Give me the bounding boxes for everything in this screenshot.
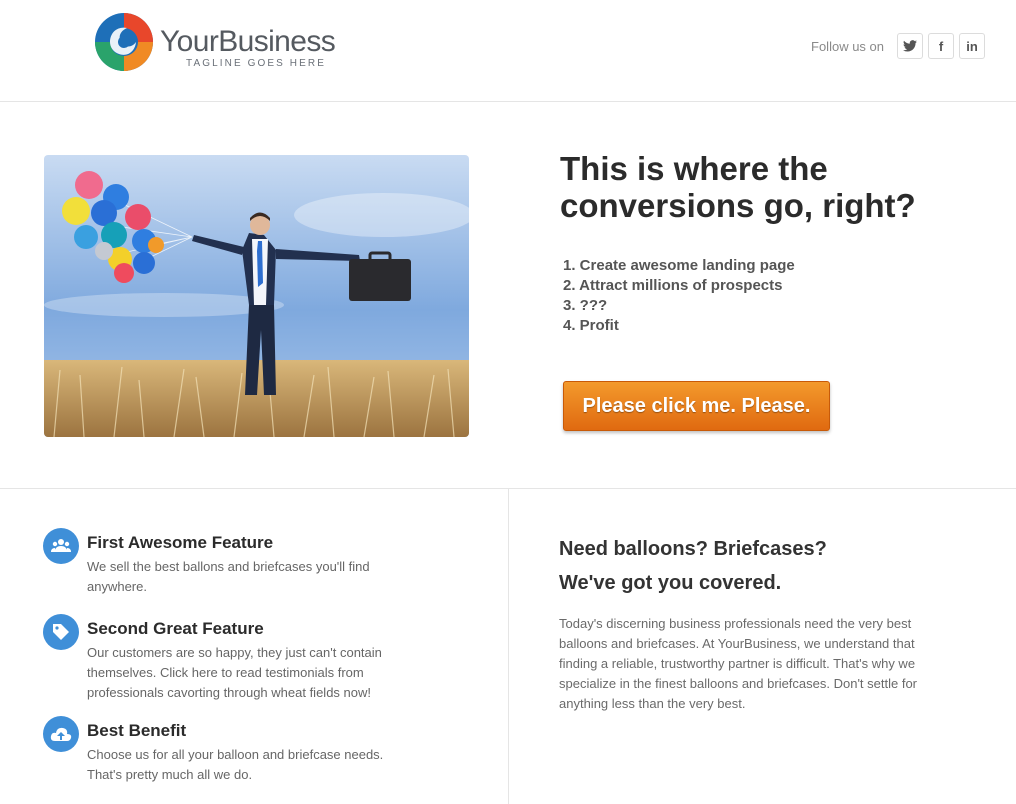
step-item: 4. Profit <box>563 317 619 334</box>
logo[interactable]: YourBusiness TAGLINE GOES HERE <box>94 12 354 74</box>
logo-name: YourBusiness <box>160 25 336 58</box>
twitter-icon <box>903 40 917 52</box>
step-item: 3. ??? <box>563 297 608 314</box>
hero-photo <box>44 155 469 437</box>
column-divider <box>508 489 509 804</box>
facebook-button[interactable]: f <box>928 33 954 59</box>
feature-title: Second Great Feature <box>87 619 264 638</box>
twitter-button[interactable] <box>897 33 923 59</box>
facebook-icon: f <box>938 38 944 54</box>
feature-text: We sell the best ballons and briefcases … <box>87 559 370 594</box>
linkedin-button[interactable]: in <box>959 33 985 59</box>
tag-icon <box>43 614 79 650</box>
step-item: 2. Attract millions of prospects <box>563 277 783 294</box>
logo-swirl-icon <box>95 13 153 71</box>
linkedin-icon: in <box>966 38 978 54</box>
cloud-upload-icon <box>43 716 79 752</box>
side-description: Today's discerning business professional… <box>559 616 918 711</box>
feature-text: Our customers are so happy, they just ca… <box>87 645 382 700</box>
side-title: Need balloons? Briefcases? We've got you… <box>559 532 979 600</box>
cta-button[interactable]: Please click me. Please. <box>563 381 830 431</box>
side-title-line: Need balloons? Briefcases? <box>559 538 827 560</box>
follow-label: Follow us on <box>811 38 884 54</box>
logo-tagline: TAGLINE GOES HERE <box>186 58 326 69</box>
feature-text: Choose us for all your balloon and brief… <box>87 747 384 782</box>
steps-list: 1. Create awesome landing page 2. Attrac… <box>563 256 963 336</box>
landing-page: YourBusiness TAGLINE GOES HERE Follow us… <box>0 0 1016 804</box>
hero-title: This is where the conversions go, right? <box>560 150 916 224</box>
social-follow: Follow us on f in <box>811 32 985 60</box>
users-icon <box>43 528 79 564</box>
side-title-line: We've got you covered. <box>559 572 782 594</box>
feature-title: Best Benefit <box>87 721 187 740</box>
feature-title: First Awesome Feature <box>87 533 274 552</box>
step-item: 1. Create awesome landing page <box>563 257 795 274</box>
site-header: YourBusiness TAGLINE GOES HERE Follow us… <box>0 0 1016 102</box>
